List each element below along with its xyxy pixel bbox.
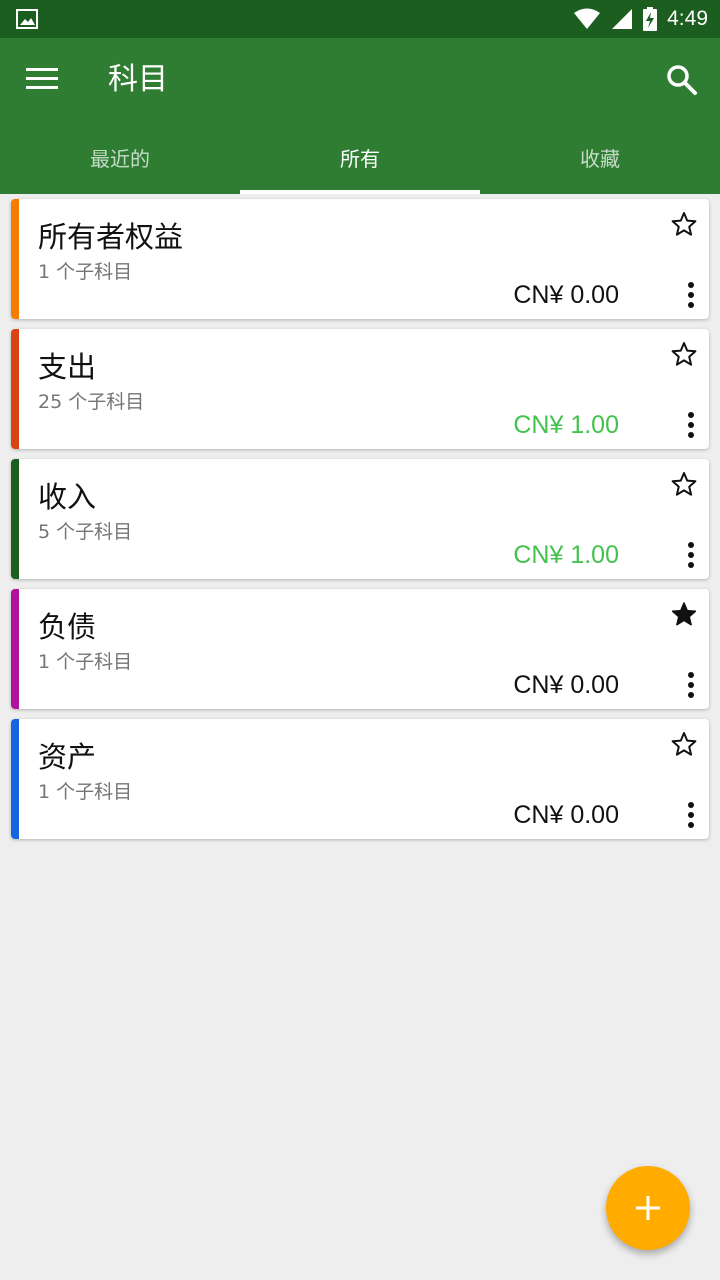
favorite-star-outline-icon[interactable] (671, 731, 697, 757)
battery-charging-icon (643, 7, 658, 31)
favorite-star-outline-icon[interactable] (671, 211, 697, 237)
account-color-stripe (11, 199, 19, 319)
account-name: 资产 (38, 740, 97, 774)
account-card-income[interactable]: 收入 5 个子科目 CN¥ 1.00 (11, 459, 709, 579)
subaccount-count: 1 个子科目 (38, 781, 133, 803)
account-card-assets[interactable]: 资产 1 个子科目 CN¥ 0.00 (11, 719, 709, 839)
account-balance: CN¥ 0.00 (513, 801, 619, 829)
signal-icon (612, 9, 633, 29)
tab-bar: 最近的 所有 收藏 (0, 124, 720, 194)
more-vert-icon[interactable] (687, 541, 695, 569)
subaccount-count: 1 个子科目 (38, 261, 133, 283)
account-color-stripe (11, 719, 19, 839)
subaccount-count: 25 个子科目 (38, 391, 145, 413)
more-vert-icon[interactable] (687, 281, 695, 309)
more-vert-icon[interactable] (687, 671, 695, 699)
add-account-fab[interactable] (606, 1166, 690, 1250)
favorite-star-outline-icon[interactable] (671, 341, 697, 367)
subaccount-count: 1 个子科目 (38, 651, 133, 673)
menu-icon[interactable] (26, 66, 58, 92)
image-icon (16, 9, 38, 29)
page-title: 科目 (108, 62, 168, 97)
account-card-liabilities[interactable]: 负债 1 个子科目 CN¥ 0.00 (11, 589, 709, 709)
add-icon (636, 1196, 660, 1220)
status-time: 4:49 (667, 7, 708, 30)
app-bar: 科目 最近的 所有 收藏 (0, 38, 720, 194)
tab-favorites[interactable]: 收藏 (480, 124, 720, 194)
more-vert-icon[interactable] (687, 801, 695, 829)
wifi-icon (574, 8, 601, 29)
account-color-stripe (11, 459, 19, 579)
account-card-expenses[interactable]: 支出 25 个子科目 CN¥ 1.00 (11, 329, 709, 449)
more-vert-icon[interactable] (687, 411, 695, 439)
favorite-star-outline-icon[interactable] (671, 471, 697, 497)
subaccount-count: 5 个子科目 (38, 521, 133, 543)
account-color-stripe (11, 589, 19, 709)
status-bar: 4:49 (0, 0, 720, 38)
account-card-equity[interactable]: 所有者权益 1 个子科目 CN¥ 0.00 (11, 199, 709, 319)
favorite-star-filled-icon[interactable] (671, 601, 697, 627)
account-balance: CN¥ 0.00 (513, 281, 619, 309)
account-balance: CN¥ 1.00 (513, 541, 619, 569)
tab-all[interactable]: 所有 (240, 124, 480, 194)
tab-recent[interactable]: 最近的 (0, 124, 240, 194)
account-balance: CN¥ 0.00 (513, 671, 619, 699)
account-name: 负债 (38, 610, 97, 644)
account-list: 所有者权益 1 个子科目 CN¥ 0.00 支出 25 个子科目 CN¥ 1.0… (11, 199, 709, 849)
account-color-stripe (11, 329, 19, 449)
account-balance: CN¥ 1.00 (513, 411, 619, 439)
account-name: 支出 (38, 350, 97, 384)
account-name: 所有者权益 (38, 220, 184, 254)
search-icon[interactable] (666, 64, 698, 96)
account-name: 收入 (38, 480, 97, 514)
